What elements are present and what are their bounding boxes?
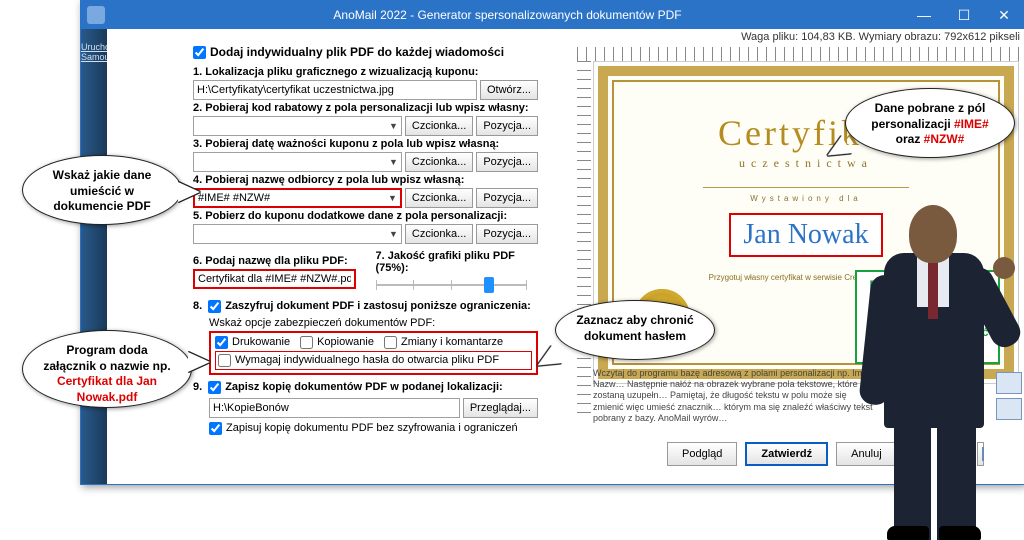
position-button-4[interactable]: Pozycja... xyxy=(476,188,538,208)
callout-1: Wskaż jakie dane umieścić w dokumencie P… xyxy=(22,155,182,225)
save-unencrypted-checkbox[interactable] xyxy=(209,422,222,435)
font-button-3[interactable]: Czcionka... xyxy=(405,152,473,172)
section-2-label: 2. Pobieraj kod rabatowy z pola personal… xyxy=(193,102,538,114)
encrypt-checkbox[interactable] xyxy=(208,300,221,313)
section-5-label: 5. Pobierz do kuponu dodatkowe dane z po… xyxy=(193,210,538,222)
position-button-5[interactable]: Pozycja... xyxy=(476,224,538,244)
discount-code-combo[interactable]: ▼ xyxy=(193,116,402,136)
security-hint: Wskaż opcje zabezpieczeń dokumentów PDF: xyxy=(209,317,538,329)
app-icon xyxy=(87,6,105,24)
tutorial-link[interactable]: Uruchom Samouczek xyxy=(81,43,107,63)
callout-4: Dane pobrane z pól personalizacji #IME# … xyxy=(845,88,1015,158)
extra-data-combo[interactable]: ▼ xyxy=(193,224,402,244)
cert-issued-for: Wystawiony dla xyxy=(634,194,978,203)
section-1-label: 1. Lokalizacja pliku graficznego z wizua… xyxy=(193,66,538,78)
section-4-label: 4. Pobieraj nazwę odbiorcy z pola lub wp… xyxy=(193,174,538,186)
minimize-button[interactable]: — xyxy=(904,1,944,29)
save-copy-label: Zapisz kopię dokumentów PDF w podanej lo… xyxy=(225,381,503,393)
preview-button[interactable]: Podgląd xyxy=(667,442,737,466)
font-button-5[interactable]: Czcionka... xyxy=(405,224,473,244)
section-3-label: 3. Pobieraj datę ważności kuponu z pola … xyxy=(193,138,538,150)
section-6-label: 6. Podaj nazwę dla pliku PDF: xyxy=(193,255,356,267)
pdf-filename-input[interactable] xyxy=(193,269,356,289)
left-sidebar: Uruchom Samouczek xyxy=(81,29,107,484)
main-checkbox[interactable] xyxy=(193,46,206,59)
ruler-horizontal xyxy=(577,47,1019,61)
quality-slider[interactable] xyxy=(376,276,526,294)
save-copy-checkbox[interactable] xyxy=(208,381,221,394)
browse-button[interactable]: Przeglądaj... xyxy=(463,398,538,418)
open-button[interactable]: Otwórz... xyxy=(480,80,538,100)
main-checkbox-label: Dodaj indywidualny plik PDF do każdej wi… xyxy=(210,45,504,59)
ruler-vertical xyxy=(577,61,591,419)
position-button-3[interactable]: Pozycja... xyxy=(476,152,538,172)
maximize-button[interactable]: ☐ xyxy=(944,1,984,29)
callout-2: Program doda załącznik o nazwie np. Cert… xyxy=(22,330,192,408)
status-text: Waga pliku: 104,83 KB. Wymiary obrazu: 7… xyxy=(741,31,1020,43)
opt-copy-checkbox[interactable] xyxy=(300,336,313,349)
window-title: AnoMail 2022 - Generator spersonalizowan… xyxy=(111,8,904,22)
close-button[interactable]: ✕ xyxy=(984,1,1024,29)
confirm-button[interactable]: Zatwierdź xyxy=(745,442,828,466)
copy-path-input[interactable] xyxy=(209,398,460,418)
opt-print-checkbox[interactable] xyxy=(215,336,228,349)
instructions-text: Wczytaj do programu bazę adresową z pola… xyxy=(593,368,874,424)
callout-3: Zaznacz aby chronić dokument hasłem xyxy=(555,300,715,360)
cert-subtitle: uczestnictwa xyxy=(634,156,978,171)
titlebar: AnoMail 2022 - Generator spersonalizowan… xyxy=(81,1,1024,29)
graphic-path-input[interactable] xyxy=(193,80,477,100)
font-button-2[interactable]: Czcionka... xyxy=(405,116,473,136)
presenter-figure xyxy=(859,205,1009,540)
opt-changes-checkbox[interactable] xyxy=(384,336,397,349)
section-7-label: 7. Jakość grafiki pliku PDF (75%): xyxy=(376,250,539,274)
opt-password-checkbox[interactable] xyxy=(218,354,231,367)
recipient-combo[interactable]: #IME# #NZW#▼ xyxy=(193,188,402,208)
expiry-date-combo[interactable]: ▼ xyxy=(193,152,402,172)
encrypt-label: Zaszyfruj dokument PDF i zastosuj poniżs… xyxy=(225,300,531,312)
position-button-2[interactable]: Pozycja... xyxy=(476,116,538,136)
font-button-4[interactable]: Czcionka... xyxy=(405,188,473,208)
